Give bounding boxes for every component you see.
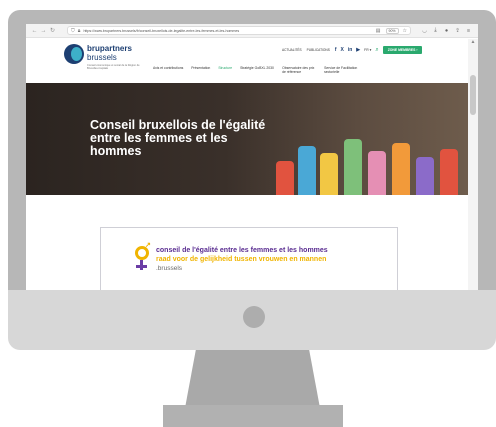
logo-line1: brupartners (87, 44, 132, 53)
nav-item-observatoire[interactable]: Observatoire des prix de référence (282, 66, 316, 75)
main-nav: Avis et contributions Présentation Struc… (153, 66, 366, 75)
nav-item-structure[interactable]: Structure (218, 66, 232, 75)
x-icon[interactable]: X (341, 47, 344, 53)
bookmark-star-icon[interactable]: ☆ (403, 28, 407, 34)
youtube-icon[interactable]: ▶ (356, 47, 360, 53)
zoom-level[interactable]: 90% (385, 27, 399, 34)
download-icon[interactable]: ⤓ (430, 27, 441, 34)
council-domain: .brussels (156, 265, 183, 272)
paper-figure-image (392, 143, 410, 195)
paper-figure-image (416, 157, 434, 195)
util-nav-news[interactable]: ACTUALITÉS (282, 48, 302, 52)
paper-figure-image (298, 146, 316, 195)
paper-figure-image (368, 151, 386, 195)
util-nav-publications[interactable]: PUBLICATIONS (307, 48, 330, 52)
paper-figure-image (276, 161, 294, 195)
language-selector[interactable]: FR ▾ (364, 48, 371, 52)
brupartners-logo[interactable]: brupartners brussels Conseil économique … (64, 42, 144, 70)
logo-line2: brussels (87, 53, 117, 62)
zone-membres-button[interactable]: ZONE MEMBRES › (382, 46, 423, 54)
browser-toolbar: ← → ↻ ⛉ 🔒︎ https://www.brupartners.bruss… (26, 24, 478, 38)
page-scrollbar[interactable]: ▲ (468, 39, 478, 290)
page-title: Conseil bruxellois de l'égalité entre le… (90, 118, 266, 158)
paper-figure-image (344, 139, 362, 195)
nav-item-presentation[interactable]: Présentation (191, 66, 210, 75)
council-name-fr: conseil de l'égalité entre les femmes et… (156, 247, 328, 254)
scroll-up-icon[interactable]: ▲ (468, 39, 478, 45)
power-button (243, 306, 265, 328)
menu-icon[interactable]: ≡ (463, 28, 474, 34)
nav-item-avis[interactable]: Avis et contributions (153, 66, 183, 75)
shield-icon: ⛉ (71, 27, 75, 34)
paper-figure-image (440, 149, 458, 195)
monitor-scene: ← → ↻ ⛉ 🔒︎ https://www.brupartners.bruss… (0, 0, 496, 427)
pocket-icon[interactable]: ◡ (419, 28, 430, 34)
page-content: ↗ conseil de l'égalité entre les femmes … (26, 195, 468, 290)
share-icon[interactable]: ⇪ (452, 28, 463, 34)
site-header: brupartners brussels Conseil économique … (26, 38, 478, 76)
utility-nav: ACTUALITÉS PUBLICATIONS f X in ▶ FR ▾ ⌕ … (282, 46, 423, 54)
monitor-stand-neck (185, 350, 320, 408)
forward-icon[interactable]: → (39, 28, 48, 34)
facebook-icon[interactable]: f (335, 47, 337, 53)
gender-symbol-bar (136, 265, 147, 268)
nav-item-facilitation[interactable]: Service de Facilitation sectorielle (324, 66, 358, 75)
nav-item-strategie[interactable]: Stratégie GoBXL 2030 (240, 66, 274, 75)
browser-screen: ← → ↻ ⛉ 🔒︎ https://www.brupartners.bruss… (26, 24, 478, 290)
address-bar[interactable]: ⛉ 🔒︎ https://www.brupartners.brussels/fr… (67, 26, 411, 35)
council-logo-card: ↗ conseil de l'égalité entre les femmes … (100, 227, 398, 290)
hero-banner: Conseil bruxellois de l'égalité entre le… (26, 83, 468, 195)
search-icon[interactable]: ⌕ (375, 47, 378, 54)
reload-icon[interactable]: ↻ (48, 27, 57, 34)
reader-icon[interactable]: ▤ (376, 28, 381, 34)
url-text: https://www.brupartners.brussels/fr/cons… (83, 28, 240, 33)
mars-arrow-icon: ↗ (145, 242, 151, 249)
lock-icon: 🔒︎ (77, 27, 81, 34)
logo-tagline: Conseil économique et social de la Régio… (87, 64, 140, 71)
extension-icon[interactable]: ● (441, 28, 452, 34)
linkedin-icon[interactable]: in (348, 47, 352, 53)
logo-mark-icon (64, 44, 84, 64)
paper-figure-image (320, 153, 338, 195)
council-name-nl: raad voor de gelijkheid tussen vrouwen e… (156, 256, 327, 263)
back-icon[interactable]: ← (30, 28, 39, 34)
monitor-stand-foot (163, 405, 343, 427)
scrollbar-thumb[interactable] (470, 75, 476, 115)
